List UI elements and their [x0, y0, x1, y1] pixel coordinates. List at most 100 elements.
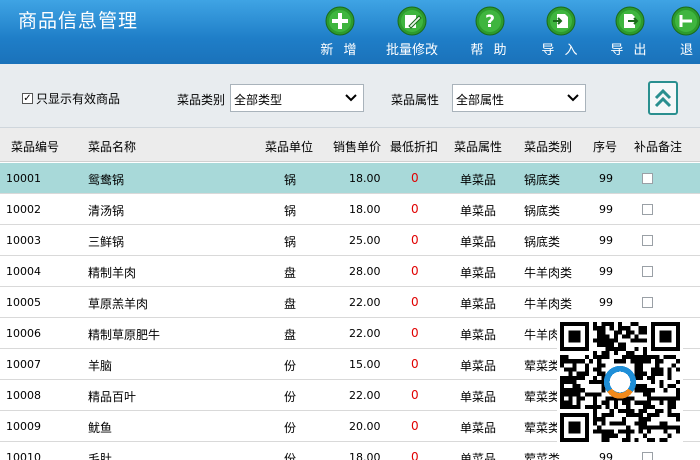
cell-attr: 单菜品 [460, 204, 497, 218]
cell-id: 10007 [6, 358, 41, 371]
batch-edit-button[interactable]: 批量修改 [376, 6, 448, 62]
cell-category: 荤菜类 [524, 421, 561, 435]
cell-attr: 单菜品 [460, 266, 497, 280]
import-button[interactable]: 导 入 [525, 6, 597, 62]
import-button-label: 导 入 [541, 43, 581, 58]
only-valid-label: 只显示有效商品 [36, 92, 121, 106]
cell-seq: 99 [599, 234, 613, 247]
header-bar: 商品信息管理 新 增 批量修改 ? 帮 助 导 入 导 出 退 [0, 0, 700, 64]
cell-attr: 单菜品 [460, 359, 497, 373]
cell-id: 10001 [6, 172, 41, 185]
cell-price: 22.00 [349, 296, 381, 309]
remark-checkbox[interactable] [642, 452, 653, 460]
remark-checkbox[interactable] [642, 297, 653, 308]
table-row[interactable]: 10002 清汤锅 锅 18.00 0 单菜品 锅底类 99 [0, 194, 700, 225]
cell-attr: 单菜品 [460, 173, 497, 187]
batch-edit-button-label: 批量修改 [385, 43, 438, 58]
cell-name: 鱿鱼 [88, 421, 113, 435]
exit-button-label: 退 [680, 43, 697, 58]
column-header-id[interactable]: 菜品编号 [11, 138, 59, 155]
table-row[interactable]: 10001 鸳鸯锅 锅 18.00 0 单菜品 锅底类 99 [0, 163, 700, 194]
help-button[interactable]: ? 帮 助 [454, 6, 526, 62]
exit-button[interactable]: 退 [664, 6, 700, 62]
cell-discount: 0 [411, 202, 419, 216]
export-icon [615, 6, 645, 36]
column-header-remark[interactable]: 补品备注 [634, 138, 682, 155]
export-button-label: 导 出 [610, 43, 650, 58]
cell-price: 18.00 [349, 451, 381, 460]
cell-discount: 0 [411, 171, 419, 185]
cell-attr: 单菜品 [460, 297, 497, 311]
cell-attr: 单菜品 [460, 328, 497, 342]
column-header-name[interactable]: 菜品名称 [88, 138, 136, 155]
cell-attr: 单菜品 [460, 421, 497, 435]
cell-attr: 单菜品 [460, 235, 497, 249]
help-icon: ? [475, 6, 505, 36]
edit-icon [397, 6, 427, 36]
cell-discount: 0 [411, 419, 419, 433]
plus-icon [325, 6, 355, 36]
double-chevron-up-icon [654, 88, 672, 108]
cell-name: 精制草原肥牛 [88, 328, 161, 342]
add-button[interactable]: 新 增 [304, 6, 376, 62]
svg-text:?: ? [485, 12, 495, 32]
cell-discount: 0 [411, 295, 419, 309]
remark-checkbox[interactable] [642, 235, 653, 246]
cell-price: 22.00 [349, 389, 381, 402]
cell-unit: 锅 [284, 204, 297, 218]
cell-unit: 份 [284, 421, 297, 435]
cell-price: 28.00 [349, 265, 381, 278]
cell-seq: 99 [599, 265, 613, 278]
chevron-down-icon [567, 94, 579, 102]
remark-checkbox[interactable] [642, 266, 653, 277]
cell-unit: 盘 [284, 297, 297, 311]
attribute-select[interactable]: 全部属性 [452, 84, 586, 112]
table-row[interactable]: 10005 草原羔羊肉 盘 22.00 0 单菜品 牛羊肉类 99 [0, 287, 700, 318]
cell-name: 精制羊肉 [88, 266, 137, 280]
remark-checkbox[interactable] [642, 204, 653, 215]
cell-attr: 单菜品 [460, 452, 497, 460]
cell-seq: 99 [599, 296, 613, 309]
cell-price: 25.00 [349, 234, 381, 247]
collapse-filters-button[interactable] [648, 81, 678, 115]
category-select-value: 全部类型 [234, 93, 283, 107]
column-header-price[interactable]: 销售单价 [333, 138, 381, 155]
cell-unit: 份 [284, 452, 297, 460]
cell-seq: 99 [599, 451, 613, 460]
export-button[interactable]: 导 出 [594, 6, 666, 62]
filter-bar: ✓ 只显示有效商品 菜品类别 全部类型 菜品属性 全部属性 [0, 64, 700, 128]
column-header-category[interactable]: 菜品类别 [524, 138, 572, 155]
cell-category: 荤菜类 [524, 390, 561, 404]
cell-id: 10008 [6, 389, 41, 402]
cell-price: 15.00 [349, 358, 381, 371]
cell-price: 18.00 [349, 203, 381, 216]
table-header: 菜品编号 菜品名称 菜品单位 销售单价 最低折扣 菜品属性 菜品类别 序号 补品… [0, 128, 700, 162]
only-valid-checkbox[interactable]: ✓ 只显示有效商品 [22, 90, 120, 107]
cell-category: 锅底类 [524, 204, 561, 218]
attribute-select-value: 全部属性 [456, 93, 505, 107]
column-header-discount[interactable]: 最低折扣 [390, 138, 438, 155]
cell-category: 牛羊肉类 [524, 297, 573, 311]
help-button-label: 帮 助 [470, 43, 510, 58]
cell-category: 锅底类 [524, 235, 561, 249]
checkbox-checked-icon: ✓ [22, 92, 33, 104]
cell-seq: 99 [599, 203, 613, 216]
qr-code [557, 319, 683, 445]
table-row[interactable]: 10004 精制羊肉 盘 28.00 0 单菜品 牛羊肉类 99 [0, 256, 700, 287]
cell-unit: 盘 [284, 328, 297, 342]
cell-discount: 0 [411, 233, 419, 247]
column-header-seq[interactable]: 序号 [593, 138, 617, 155]
cell-id: 10009 [6, 420, 41, 433]
cell-price: 20.00 [349, 420, 381, 433]
cell-unit: 盘 [284, 266, 297, 280]
remark-checkbox[interactable] [642, 173, 653, 184]
column-header-attr[interactable]: 菜品属性 [454, 138, 502, 155]
table-row[interactable]: 10003 三鲜锅 锅 25.00 0 单菜品 锅底类 99 [0, 225, 700, 256]
cell-name: 羊脑 [88, 359, 113, 373]
cell-id: 10010 [6, 451, 41, 460]
cell-seq: 99 [599, 172, 613, 185]
category-select[interactable]: 全部类型 [230, 84, 364, 112]
cell-category: 锅底类 [524, 173, 561, 187]
column-header-unit[interactable]: 菜品单位 [265, 138, 313, 155]
cell-unit: 份 [284, 359, 297, 373]
